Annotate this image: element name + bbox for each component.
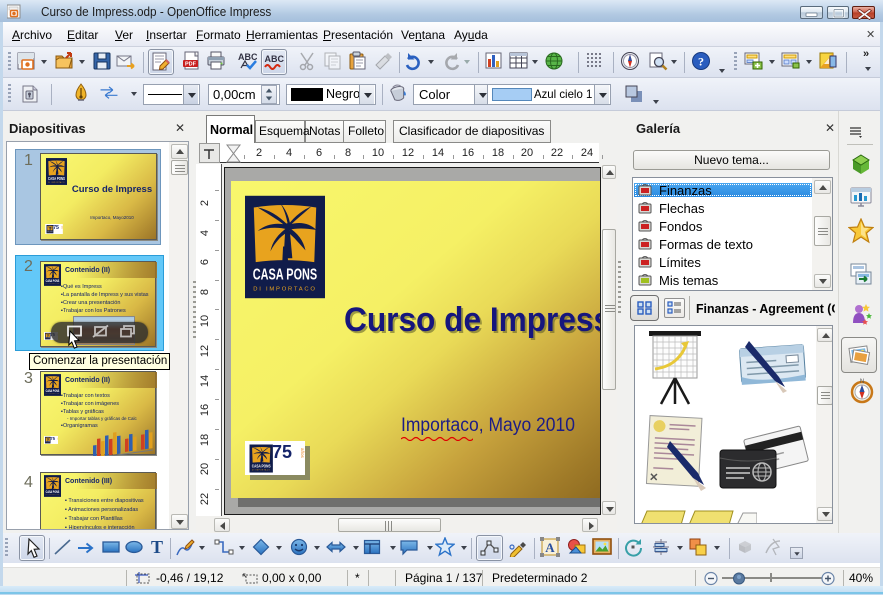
svg-text:?: ? xyxy=(698,55,704,69)
svg-text:T: T xyxy=(151,537,163,556)
svg-text:N: N xyxy=(860,379,864,385)
svg-text:ABC: ABC xyxy=(238,52,257,62)
svg-text:A: A xyxy=(545,540,555,555)
svg-text:ABC: ABC xyxy=(265,54,285,64)
svg-text:PDF: PDF xyxy=(185,62,197,68)
